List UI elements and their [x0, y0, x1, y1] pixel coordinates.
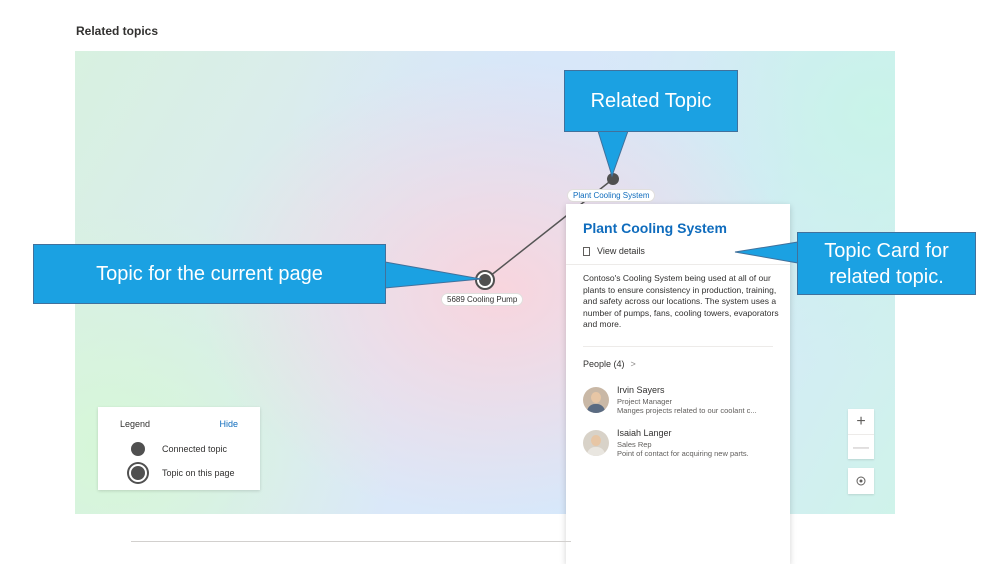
callout-card-line-2: related topic.	[829, 265, 944, 288]
zoom-in-button[interactable]: +	[848, 409, 874, 434]
callout-card-line-1: Topic Card for	[824, 239, 949, 262]
avatar	[583, 387, 609, 413]
person-description: Manges projects related to our coolant c…	[617, 406, 757, 415]
recenter-button[interactable]	[848, 468, 874, 494]
callout-current-topic: Topic for the current page	[33, 244, 386, 304]
person-role: Sales Rep	[617, 440, 652, 449]
people-section-header[interactable]: People (4) >	[583, 359, 636, 369]
topic-card: Plant Cooling System View details Contos…	[566, 204, 790, 564]
chevron-right-icon: >	[630, 359, 636, 369]
legend-item-current: Topic on this page	[129, 464, 235, 482]
connected-topic-dot-icon	[131, 442, 145, 456]
zoom-out-button[interactable]: —	[848, 434, 874, 460]
topic-card-title[interactable]: Plant Cooling System	[583, 220, 727, 236]
divider	[131, 541, 571, 542]
current-topic-label[interactable]: 5689 Cooling Pump	[441, 293, 524, 306]
legend-panel: Legend Hide Connected topic Topic on thi…	[98, 407, 260, 490]
callout-related-topic: Related Topic	[564, 70, 738, 132]
person-name: Irvin Sayers	[617, 385, 665, 395]
person-role: Project Manager	[617, 397, 673, 406]
person-item[interactable]: Isaiah Langer Sales Rep Point of contact…	[583, 428, 783, 464]
topic-description: Contoso's Cooling System being used at a…	[583, 273, 779, 329]
legend-item-label: Topic on this page	[162, 468, 235, 478]
legend-title: Legend	[120, 419, 151, 429]
current-topic-ring-icon	[129, 464, 147, 482]
zoom-controls: + —	[848, 409, 874, 459]
person-name: Isaiah Langer	[617, 428, 672, 438]
person-description: Point of contact for acquiring new parts…	[617, 449, 749, 458]
view-details-link[interactable]: View details	[583, 246, 645, 256]
people-header-label: People (4)	[583, 359, 625, 369]
view-details-label: View details	[597, 246, 645, 256]
person-item[interactable]: Irvin Sayers Project Manager Manges proj…	[583, 385, 783, 421]
divider	[566, 264, 790, 265]
avatar	[583, 430, 609, 456]
related-topic-node	[607, 173, 619, 185]
related-topic-label[interactable]: Plant Cooling System	[567, 189, 656, 202]
legend-item-label: Connected topic	[162, 444, 228, 454]
callout-topic-card: Topic Card for related topic.	[797, 232, 976, 295]
legend-hide-link[interactable]: Hide	[219, 419, 238, 429]
current-topic-node-center	[479, 274, 491, 286]
document-icon	[583, 246, 590, 256]
legend-item-connected: Connected topic	[131, 442, 227, 456]
recenter-icon	[856, 476, 866, 486]
related-topics-heading: Related topics	[76, 24, 159, 38]
divider	[583, 346, 773, 347]
